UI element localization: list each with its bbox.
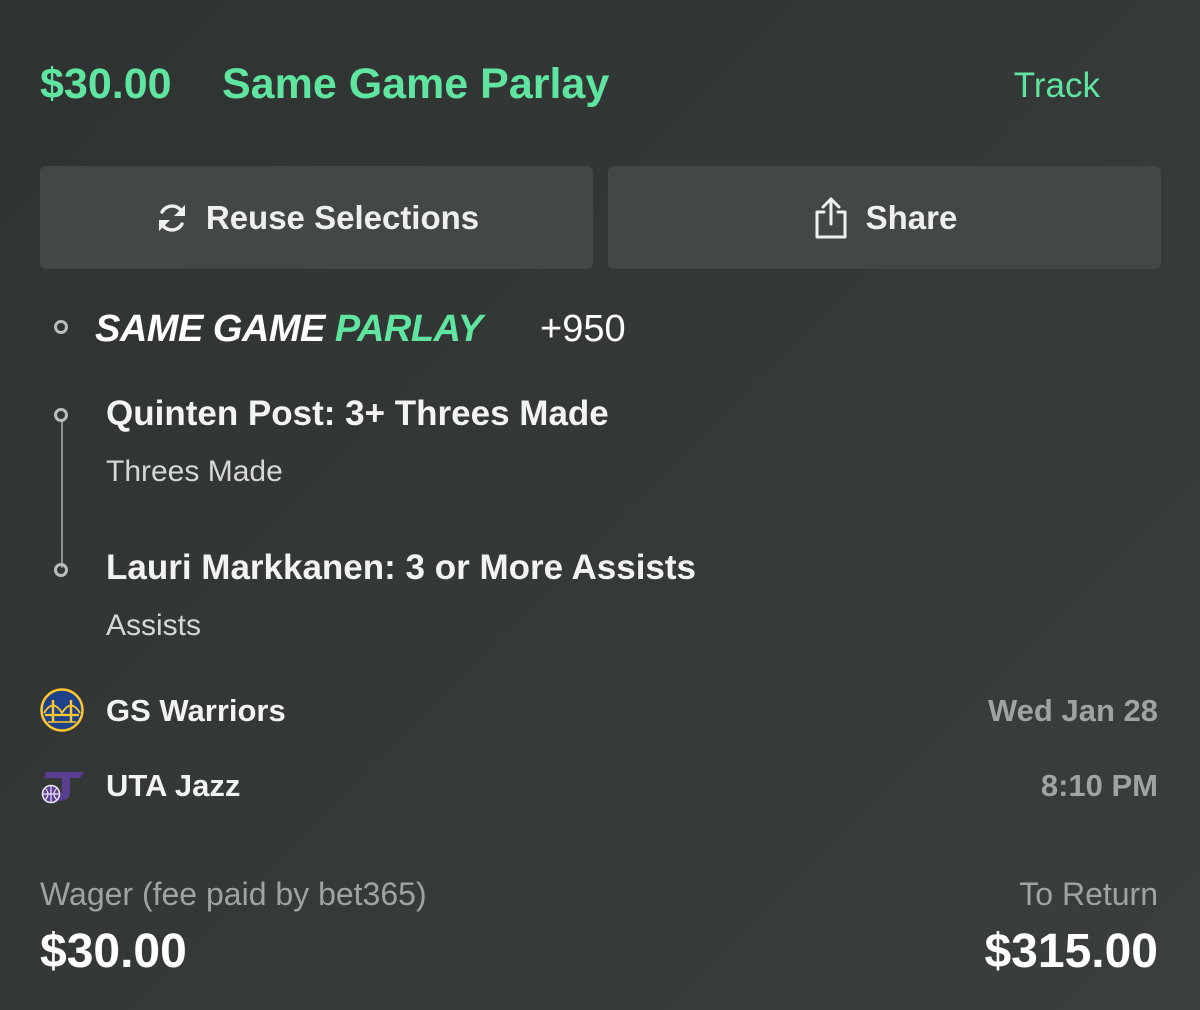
sgp-logo-part2: PARLAY	[334, 308, 483, 350]
reuse-selections-label: Reuse Selections	[205, 198, 480, 236]
wager-value: $30.00	[40, 925, 187, 978]
wager-label: Wager (fee paid by bet365)	[40, 876, 427, 912]
leg-selection: Lauri Markkanen: 3 or More Assists	[106, 548, 697, 587]
game-time: 8:10 PM	[1040, 768, 1158, 803]
sgp-logo-part1: SAME GAME	[95, 308, 325, 350]
to-return-value: $315.00	[984, 925, 1158, 978]
same-game-parlay-logo: SAME GAME PARLAY	[95, 308, 483, 351]
leg-market: Threes Made	[106, 455, 283, 488]
game-date: Wed Jan 28	[987, 693, 1158, 728]
leg-selection: Quinten Post: 3+ Threes Made	[106, 394, 609, 433]
share-label: Share	[865, 198, 958, 236]
jazz-logo	[40, 768, 88, 809]
team-name-home: GS Warriors	[106, 693, 286, 728]
leg-market: Assists	[106, 609, 202, 642]
refresh-icon	[154, 200, 190, 236]
bet-type-title: Same Game Parlay	[222, 60, 610, 108]
share-button[interactable]: Share	[608, 166, 1161, 269]
bet-amount: $30.00	[40, 60, 172, 108]
warriors-logo	[40, 688, 84, 737]
to-return-label: To Return	[1019, 876, 1158, 912]
team-name-away: UTA Jazz	[106, 768, 241, 803]
leg-bullet	[54, 408, 68, 422]
reuse-selections-button[interactable]: Reuse Selections	[40, 166, 593, 269]
parlay-bullet	[54, 320, 68, 334]
leg-bullet	[54, 563, 68, 577]
track-link[interactable]: Track	[1014, 66, 1100, 106]
parlay-odds: +950	[540, 308, 626, 350]
legs-connector-line	[61, 421, 63, 568]
share-icon	[812, 195, 850, 241]
